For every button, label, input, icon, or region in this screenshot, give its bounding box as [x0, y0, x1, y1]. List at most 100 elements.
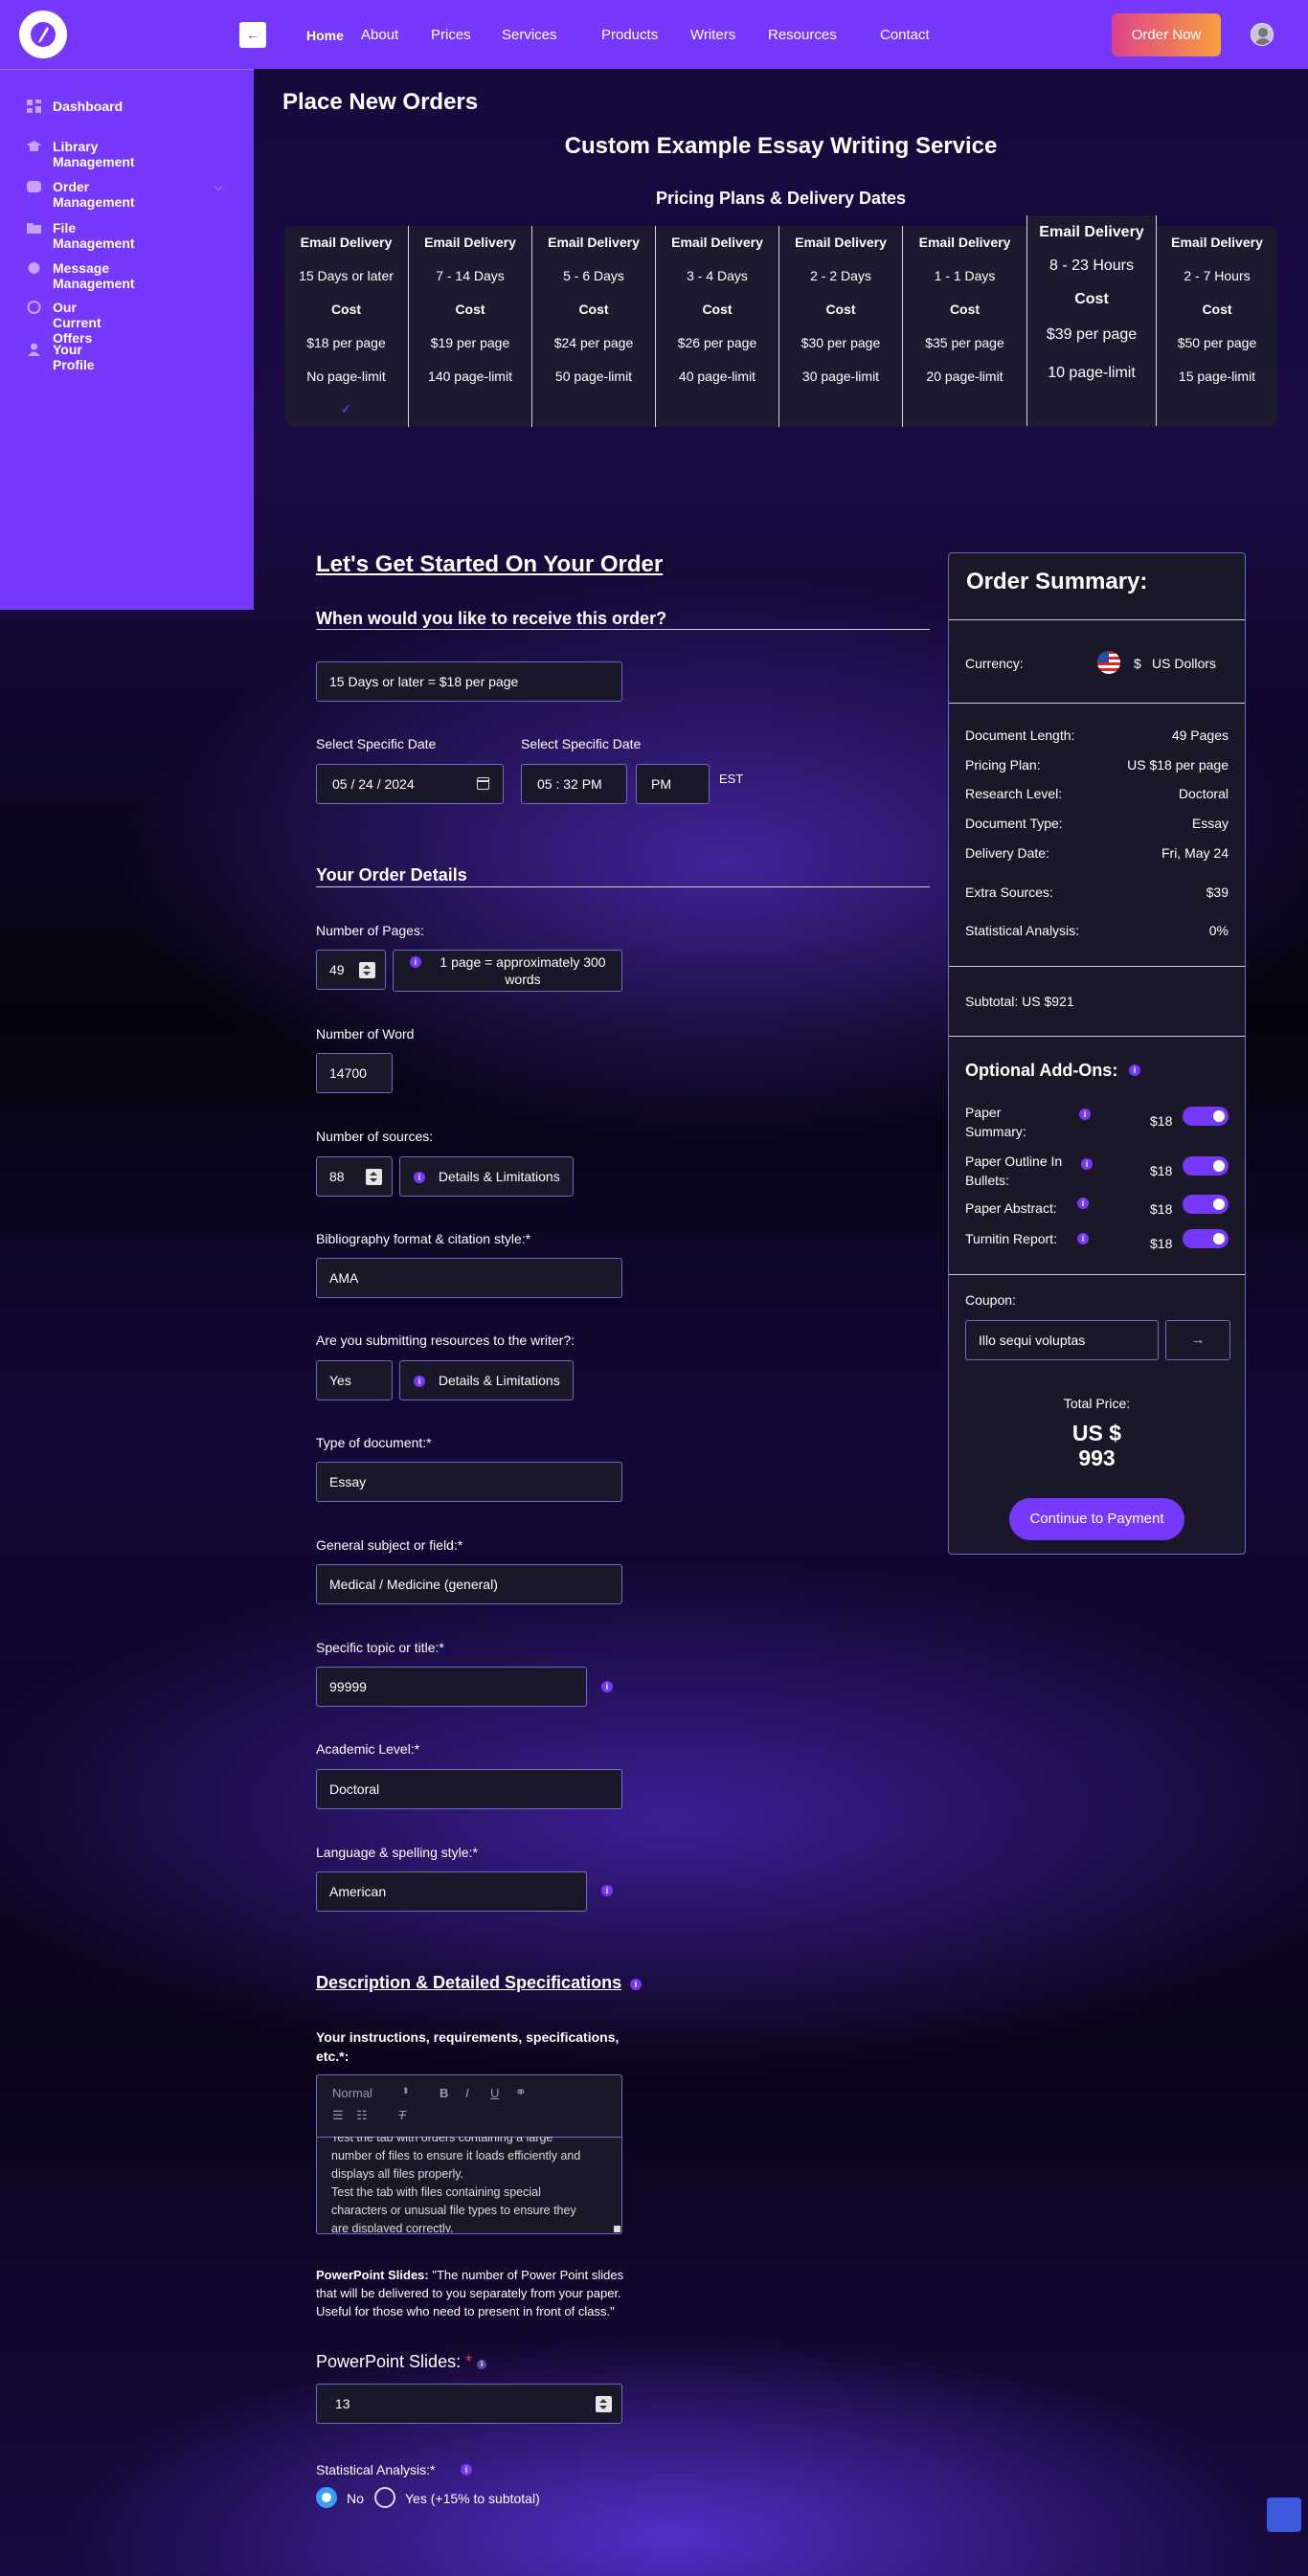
ordered-list-icon[interactable]: ☰ [332, 2108, 344, 2123]
sidebar-item-dashboard[interactable]: Dashboard [27, 99, 123, 114]
info-icon[interactable]: i [414, 1376, 425, 1387]
sidebar-item-offers[interactable]: Our Current Offers [27, 300, 101, 346]
stepper-icon[interactable] [366, 1169, 382, 1185]
quill-pen-icon [31, 22, 56, 47]
language-select[interactable]: American [316, 1871, 587, 1912]
addon-toggle[interactable] [1183, 1195, 1229, 1214]
link-icon[interactable]: ⚭ [515, 2084, 527, 2100]
plan-card[interactable]: Email Delivery 7 - 14 Days Cost $19 per … [408, 226, 531, 427]
nav-home[interactable]: Home [306, 28, 344, 43]
italic-icon[interactable]: I [465, 2086, 469, 2100]
resize-handle[interactable] [614, 2226, 620, 2232]
date-input[interactable]: 05 / 24 / 2024 [316, 764, 504, 804]
sidebar-item-orders[interactable]: Order Management [27, 179, 135, 210]
chevron-updown-icon[interactable]: ⬍ [402, 2086, 410, 2096]
editor-content[interactable]: Test the tab with orders containing a la… [331, 2137, 619, 2232]
academic-select[interactable]: Doctoral [316, 1769, 622, 1809]
plan-cost-label: Cost [1202, 302, 1232, 317]
rich-text-editor[interactable]: Normal ⬍ B I U ⚭ ☰ ☷ T Test the tab with… [316, 2074, 622, 2234]
nav-about[interactable]: About [361, 27, 398, 43]
summary-row-label: Document Length: [965, 728, 1075, 743]
topic-input[interactable]: 99999 [316, 1667, 587, 1707]
continue-to-payment-button[interactable]: Continue to Payment [1009, 1498, 1184, 1540]
user-avatar-icon[interactable] [1251, 23, 1274, 46]
stepper-icon[interactable] [359, 962, 375, 978]
plan-cost-label: Cost [1074, 291, 1109, 307]
plan-limit: 50 page-limit [554, 369, 633, 384]
info-icon[interactable]: i [1079, 1109, 1091, 1120]
ppt-input[interactable]: 13 [316, 2384, 622, 2424]
currency-name[interactable]: US Dollors [1152, 656, 1216, 671]
info-icon[interactable]: i [477, 2360, 487, 2369]
info-icon[interactable]: i [461, 2464, 472, 2475]
stepper-icon[interactable] [596, 2396, 612, 2412]
info-icon[interactable]: i [1077, 1198, 1089, 1209]
timezone-label: EST [719, 772, 744, 786]
addon-toggle[interactable] [1183, 1229, 1229, 1248]
summary-row-label: Delivery Date: [965, 845, 1049, 861]
calendar-icon[interactable] [477, 777, 489, 790]
info-icon[interactable]: i [1081, 1158, 1093, 1170]
resources-select[interactable]: Yes [316, 1360, 393, 1400]
doc-type-select[interactable]: Essay [316, 1462, 622, 1502]
plan-price: $19 per page [430, 335, 510, 350]
site-logo[interactable] [19, 11, 67, 58]
instructions-label: Your instructions, requirements, specifi… [316, 2029, 620, 2064]
plan-cost-label: Cost [825, 302, 856, 317]
order-now-button[interactable]: Order Now [1112, 13, 1221, 56]
sidebar-item-library[interactable]: Library Management [27, 139, 135, 169]
words-input[interactable]: 14700 [316, 1053, 393, 1093]
coupon-input[interactable]: Illo sequi voluptas [965, 1320, 1159, 1360]
clear-format-icon[interactable]: T [398, 2108, 406, 2122]
plan-card[interactable]: Email Delivery 3 - 4 Days Cost $26 per p… [655, 226, 778, 427]
nav-services[interactable]: Services [502, 27, 557, 43]
sidebar-item-files[interactable]: File Management [27, 220, 135, 251]
sidebar-item-label: Your Profile [53, 342, 95, 372]
chevron-down-icon[interactable]: ⌵ [214, 182, 222, 194]
info-icon[interactable]: i [630, 1979, 642, 1990]
plan-card[interactable]: Email Delivery 2 - 2 Days Cost $30 per p… [778, 226, 902, 427]
subtotal: Subtotal: US $921 [965, 994, 1074, 1009]
summary-row-label: Research Level: [965, 786, 1063, 801]
format-select[interactable]: Normal [332, 2086, 372, 2100]
info-icon[interactable]: i [1077, 1233, 1089, 1244]
info-icon[interactable]: i [410, 956, 421, 968]
delivery-plan-select[interactable]: 15 Days or later = $18 per page [316, 661, 622, 702]
bullet-list-icon[interactable]: ☷ [356, 2108, 368, 2123]
addon-toggle[interactable] [1183, 1107, 1229, 1126]
plan-card[interactable]: Email Delivery 5 - 6 Days Cost $24 per p… [531, 226, 655, 427]
nav-products[interactable]: Products [601, 27, 658, 43]
sidebar-item-messages[interactable]: Message Management [27, 260, 135, 291]
coupon-apply-button[interactable]: → [1165, 1320, 1230, 1360]
stat-yes-radio[interactable] [374, 2487, 395, 2508]
info-icon[interactable]: i [414, 1172, 425, 1183]
bold-icon[interactable]: B [440, 2086, 448, 2100]
plan-card[interactable]: Email Delivery 1 - 1 Days Cost $35 per p… [902, 226, 1026, 427]
plan-card-featured[interactable]: Email Delivery 8 - 23 Hours Cost $39 per… [1026, 215, 1157, 426]
nav-resources[interactable]: Resources [768, 27, 837, 43]
sidebar-toggle-button[interactable]: ← [239, 22, 266, 48]
stat-no-radio[interactable] [316, 2487, 337, 2508]
database-icon [27, 180, 41, 193]
time-input[interactable]: 05 : 32 PM [521, 764, 627, 804]
underline-icon[interactable]: U [490, 2086, 499, 2100]
ampm-select[interactable]: PM [636, 764, 710, 804]
chat-widget-button[interactable] [1267, 2498, 1301, 2532]
nav-contact[interactable]: Contact [880, 27, 930, 43]
info-icon[interactable]: i [601, 1681, 613, 1692]
citation-select[interactable]: AMA [316, 1258, 622, 1298]
subject-select[interactable]: Medical / Medicine (general) [316, 1564, 622, 1604]
pages-input[interactable]: 49 [316, 950, 386, 990]
nav-prices[interactable]: Prices [431, 27, 471, 43]
sidebar-item-profile[interactable]: Your Profile [27, 342, 95, 372]
sources-details-box[interactable]: i Details & Limitations [399, 1156, 574, 1197]
plan-delivery: Email Delivery [671, 235, 763, 250]
plan-card[interactable]: Email Delivery 15 Days or later Cost $18… [284, 226, 408, 427]
info-icon[interactable]: i [1129, 1064, 1140, 1076]
resources-details-box[interactable]: i Details & Limitations [399, 1360, 574, 1400]
nav-writers[interactable]: Writers [690, 27, 735, 43]
addon-toggle[interactable] [1183, 1156, 1229, 1176]
plan-card[interactable]: Email Delivery 2 - 7 Hours Cost $50 per … [1157, 226, 1277, 427]
sources-input[interactable]: 88 [316, 1156, 393, 1197]
info-icon[interactable]: i [601, 1885, 613, 1896]
